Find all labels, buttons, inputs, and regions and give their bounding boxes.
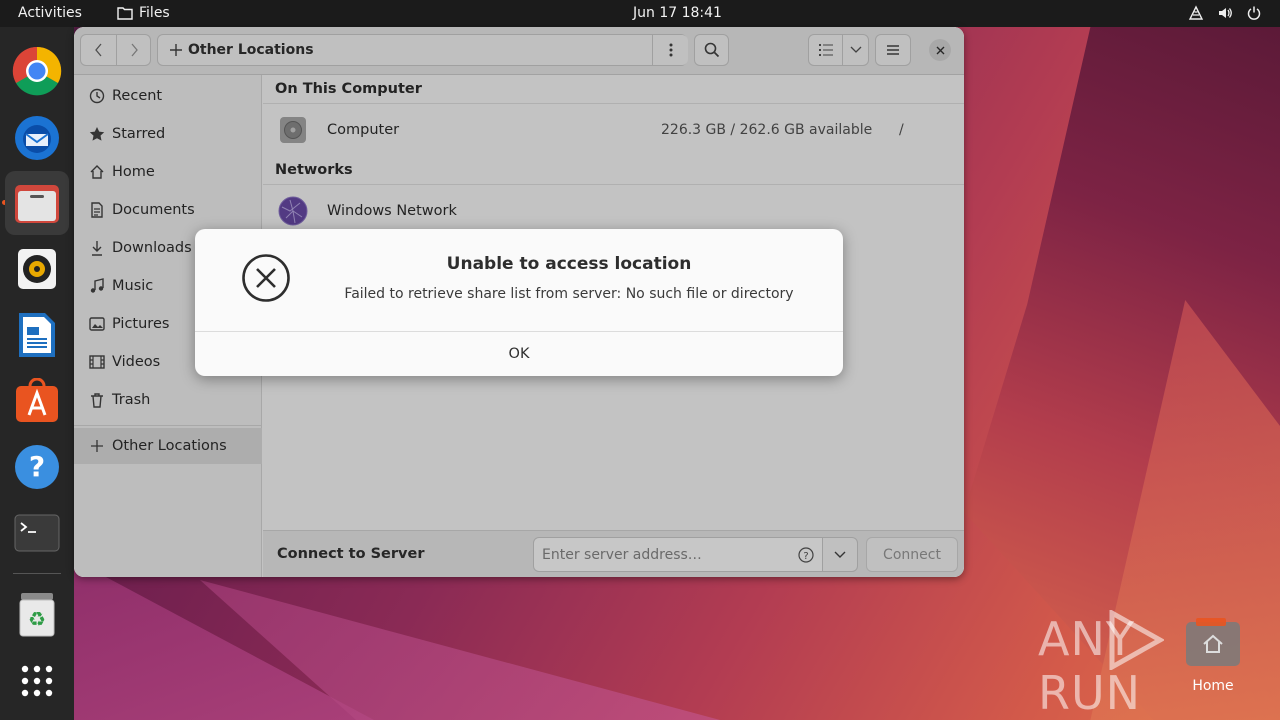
app-grid-icon [21,665,53,697]
terminal-icon [14,514,60,552]
system-tray[interactable] [1188,5,1262,21]
dialog-message: Failed to retrieve share list from serve… [344,286,794,302]
help-launcher[interactable]: ? [5,435,69,499]
power-icon [1247,6,1261,20]
svg-text:♻: ♻ [28,607,46,631]
top-bar: Activities Files Jun 17 18:41 [0,0,1280,27]
svg-text:?: ? [29,450,45,483]
error-circle-icon [242,254,290,302]
chrome-icon [12,46,62,96]
dock: ? ♻ [0,27,74,720]
thunderbird-launcher[interactable] [5,105,69,169]
show-apps-button[interactable] [5,649,69,713]
home-folder-icon [1186,618,1240,666]
clock[interactable]: Jun 17 18:41 [0,5,1280,21]
play-logo-icon [1109,610,1164,670]
chrome-launcher[interactable] [5,39,69,103]
dialog-title: Unable to access location [446,254,692,274]
rhythmbox-icon [18,249,56,289]
writer-icon [19,313,55,357]
writer-launcher[interactable] [5,303,69,367]
trash-launcher[interactable]: ♻ [5,583,69,647]
network-icon [1188,5,1204,20]
help-icon: ? [15,445,59,489]
app-center-icon [16,378,58,422]
thunderbird-icon [15,116,59,160]
desktop-icon-label: Home [1192,678,1234,694]
terminal-launcher[interactable] [5,501,69,565]
app-center-launcher[interactable] [5,369,69,433]
error-dialog: Unable to access location Failed to retr… [195,229,843,376]
files-icon [15,185,59,223]
files-launcher[interactable] [5,171,69,235]
watermark: ANY RUN [1038,610,1280,720]
volume-icon [1219,8,1232,18]
dock-separator [13,573,61,574]
desktop-home-folder[interactable]: Home [1183,618,1243,694]
rhythmbox-launcher[interactable] [5,237,69,301]
trash-bin-icon: ♻ [19,593,55,637]
ok-button[interactable]: OK [195,331,843,376]
